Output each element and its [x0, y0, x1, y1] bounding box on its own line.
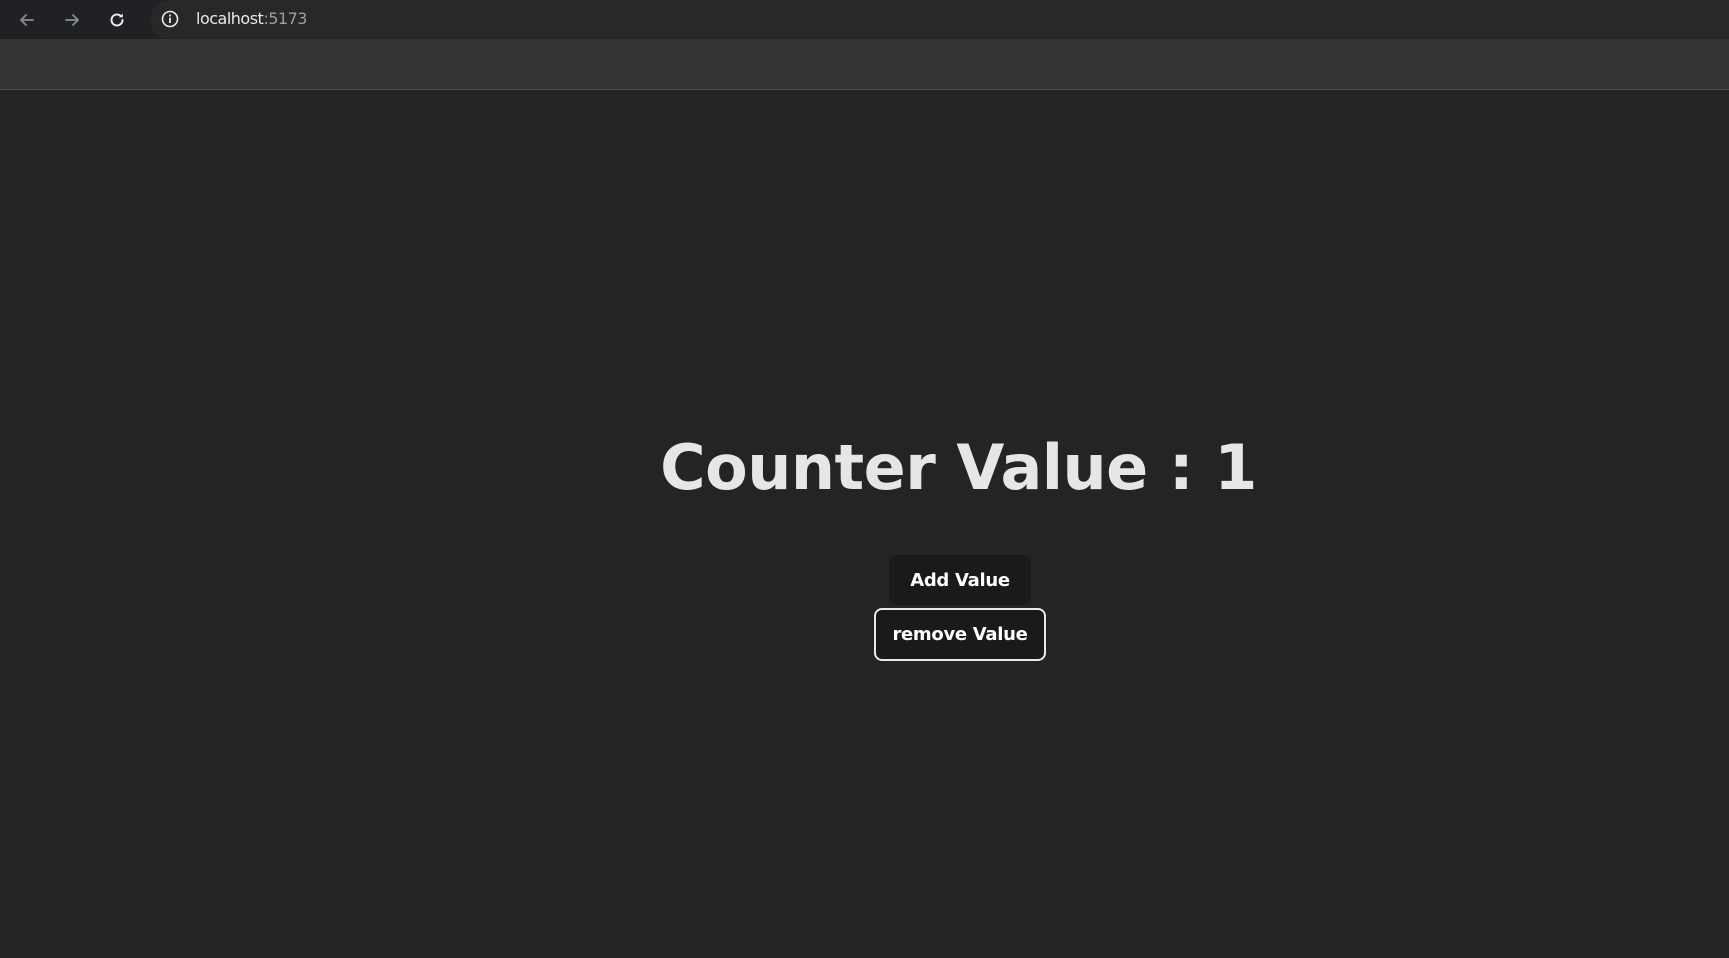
reload-icon	[107, 10, 127, 30]
reload-button[interactable]	[102, 5, 132, 35]
remove-value-button[interactable]: remove Value	[874, 608, 1046, 661]
browser-toolbar: localhost:5173	[0, 0, 1729, 39]
counter-value-heading: Counter Value : 1	[660, 431, 1257, 504]
back-button[interactable]	[12, 5, 42, 35]
forward-button[interactable]	[57, 5, 87, 35]
app-page: Counter Value : 1 Add Value remove Value	[0, 90, 1729, 958]
bookmarks-bar	[0, 39, 1729, 90]
add-value-button[interactable]: Add Value	[889, 555, 1031, 605]
address-bar[interactable]	[150, 0, 1729, 39]
address-url[interactable]: localhost:5173	[196, 0, 307, 39]
url-host: localhost	[196, 9, 264, 28]
arrow-right-icon	[62, 10, 82, 30]
arrow-left-icon	[17, 10, 37, 30]
url-port: :5173	[263, 9, 307, 28]
info-icon[interactable]	[160, 9, 180, 29]
